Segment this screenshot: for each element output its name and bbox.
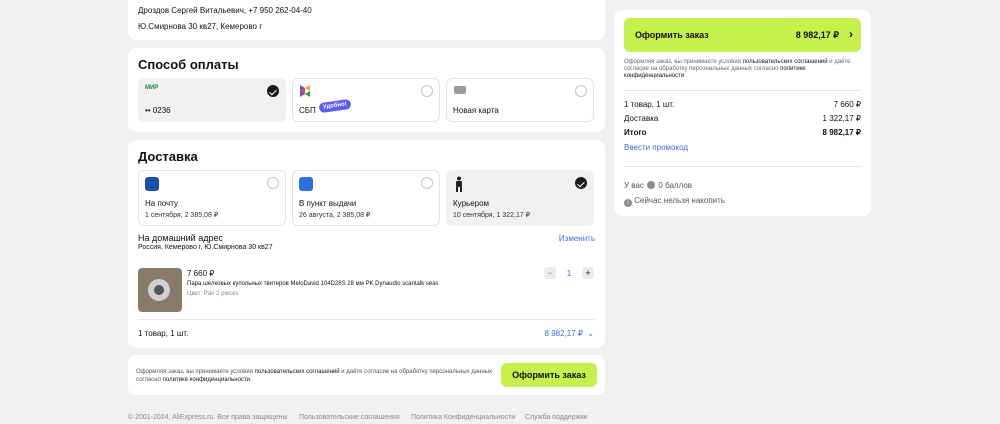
delivery-option-label: В пункт выдачи bbox=[299, 199, 357, 208]
delivery-label: Доставка bbox=[624, 114, 659, 123]
delivery-option-detail: 10 сентября, 1 322,17 ₽ bbox=[453, 212, 531, 219]
quantity-minus-button[interactable]: − bbox=[544, 267, 556, 279]
payment-option-mir-card[interactable]: МИР •• 0236 bbox=[138, 78, 286, 122]
user-agreements-link[interactable]: пользовательских соглашений bbox=[743, 59, 828, 65]
bottom-confirm-bar: Оформляя заказ, вы принимаете условия по… bbox=[128, 355, 605, 395]
points-row: У вас 0 баллов bbox=[624, 181, 692, 190]
quantity-value[interactable]: 1 bbox=[564, 269, 574, 278]
items-row: 1 товар, 1 шт. 7 660 ₽ bbox=[624, 100, 861, 109]
items-value: 7 660 ₽ bbox=[833, 100, 861, 109]
quantity-plus-button[interactable]: + bbox=[582, 267, 594, 279]
payment-radio-mir[interactable] bbox=[267, 85, 279, 97]
divider bbox=[624, 90, 861, 91]
divider bbox=[138, 319, 595, 320]
delivery-option-post[interactable]: На почту 1 сентября, 2 385,08 ₽ bbox=[138, 170, 286, 226]
delivery-value: 1 322,17 ₽ bbox=[822, 114, 861, 123]
delivery-option-label: Курьером bbox=[453, 199, 490, 208]
home-address-text: Россия, Кемерово г, Ю.Смирнова 30 кв27 bbox=[138, 244, 273, 251]
total-row: Итого 8 982,17 ₽ bbox=[624, 128, 861, 137]
sbp-logo-icon bbox=[300, 85, 310, 97]
recipient-address: Ю.Смирнова 30 кв27, Кемерово г bbox=[138, 22, 263, 31]
divider bbox=[624, 166, 861, 167]
delivery-radio-post[interactable] bbox=[267, 177, 279, 189]
product-color: Цвет: Pair 2 pieces bbox=[187, 291, 239, 297]
product-price: 7 660 ₽ bbox=[187, 269, 215, 278]
footer-link-privacy[interactable]: Политика Конфиденциальности bbox=[411, 414, 515, 421]
legal-text: . bbox=[250, 377, 252, 383]
mir-logo-icon: МИР bbox=[145, 85, 159, 91]
delivery-section: Доставка На почту 1 сентября, 2 385,08 ₽… bbox=[128, 140, 605, 348]
delivery-summary-count: 1 товар, 1 шт. bbox=[138, 329, 189, 338]
legal-text: Оформляя заказ, вы принимаете условия bbox=[624, 59, 743, 65]
total-label: Итого bbox=[624, 128, 647, 137]
recipient-card: Дроздов Сергей Витальевич, +7 950 262-04… bbox=[128, 0, 605, 40]
points-coin-icon bbox=[647, 181, 656, 189]
footer-link-agreements[interactable]: Пользовательские соглашения bbox=[299, 414, 400, 421]
points-value: 0 баллов bbox=[658, 181, 693, 190]
payment-option-sbp[interactable]: СБП Удобно! bbox=[292, 78, 440, 122]
russian-post-icon bbox=[145, 177, 159, 191]
footer-copyright: © 2001-2024, AliExpress.ru. Все права за… bbox=[128, 414, 288, 421]
chevron-right-icon: › bbox=[849, 27, 853, 41]
legal-text: Оформляя заказ, вы принимаете условия bbox=[136, 369, 255, 375]
delivery-option-courier[interactable]: Курьером 10 сентября, 1 322,17 ₽ bbox=[446, 170, 594, 226]
order-legal-text: Оформляя заказ, вы принимаете условия по… bbox=[624, 59, 854, 80]
delivery-title: Доставка bbox=[138, 149, 198, 164]
delivery-option-pickup[interactable]: В пункт выдачи 26 августа, 2 385,08 ₽ bbox=[292, 170, 440, 226]
points-label: У вас bbox=[624, 181, 644, 190]
points-note: Сейчас нельзя накопить bbox=[634, 196, 725, 205]
points-note-row: i Сейчас нельзя накопить bbox=[624, 196, 725, 207]
sbp-badge: Удобно! bbox=[318, 98, 352, 114]
user-agreements-link[interactable]: пользовательских соглашений bbox=[255, 369, 340, 375]
privacy-policy-link[interactable]: политике конфиденциальности bbox=[163, 377, 250, 383]
promo-code-link[interactable]: Ввести промокод bbox=[624, 143, 688, 152]
change-address-link[interactable]: Изменить bbox=[559, 234, 595, 243]
bottom-legal-text: Оформляя заказ, вы принимаете условия по… bbox=[136, 368, 496, 384]
delivery-option-detail: 1 сентября, 2 385,08 ₽ bbox=[145, 212, 219, 219]
delivery-radio-courier[interactable] bbox=[575, 177, 587, 189]
place-order-label: Оформить заказ bbox=[635, 30, 709, 40]
payment-option-label: Новая карта bbox=[453, 106, 499, 115]
delivery-radio-pickup[interactable] bbox=[421, 177, 433, 189]
delivery-summary-total[interactable]: 8 982,17 ₽ bbox=[545, 329, 583, 338]
legal-text: . bbox=[684, 73, 686, 79]
pickup-point-icon bbox=[299, 177, 313, 191]
recipient-name-phone: Дроздов Сергей Витальевич, +7 950 262-04… bbox=[138, 6, 312, 15]
delivery-option-label: На почту bbox=[145, 199, 178, 208]
payment-option-label: •• 0236 bbox=[145, 106, 171, 115]
footer-link-support[interactable]: Служба поддержки bbox=[525, 414, 587, 421]
items-label: 1 товар, 1 шт. bbox=[624, 100, 675, 109]
product-name[interactable]: Пара шелковых купольных твитеров MeloDav… bbox=[187, 281, 439, 287]
payment-option-new-card[interactable]: Новая карта bbox=[446, 78, 594, 122]
order-summary-panel: Оформить заказ 8 982,17 ₽ › Оформляя зак… bbox=[614, 10, 871, 216]
payment-radio-sbp[interactable] bbox=[421, 85, 433, 97]
info-icon[interactable]: i bbox=[624, 199, 632, 207]
home-address-title: На домашний адрес bbox=[138, 233, 223, 243]
courier-icon bbox=[456, 176, 462, 192]
place-order-button-bottom[interactable]: Оформить заказ bbox=[501, 363, 597, 387]
delivery-row: Доставка 1 322,17 ₽ bbox=[624, 114, 861, 123]
payment-section: Способ оплаты МИР •• 0236 СБП Удобно! Но… bbox=[128, 48, 605, 132]
total-value: 8 982,17 ₽ bbox=[822, 128, 861, 137]
place-order-button[interactable]: Оформить заказ 8 982,17 ₽ › bbox=[624, 18, 861, 52]
product-image[interactable] bbox=[138, 268, 182, 312]
payment-option-label: СБП bbox=[299, 106, 316, 115]
chevron-down-icon[interactable]: ⌄ bbox=[587, 329, 594, 338]
payment-radio-new-card[interactable] bbox=[575, 85, 587, 97]
card-icon bbox=[454, 86, 466, 94]
delivery-option-detail: 26 августа, 2 385,08 ₽ bbox=[299, 212, 371, 219]
place-order-total: 8 982,17 ₽ bbox=[795, 30, 839, 40]
payment-title: Способ оплаты bbox=[138, 57, 239, 72]
